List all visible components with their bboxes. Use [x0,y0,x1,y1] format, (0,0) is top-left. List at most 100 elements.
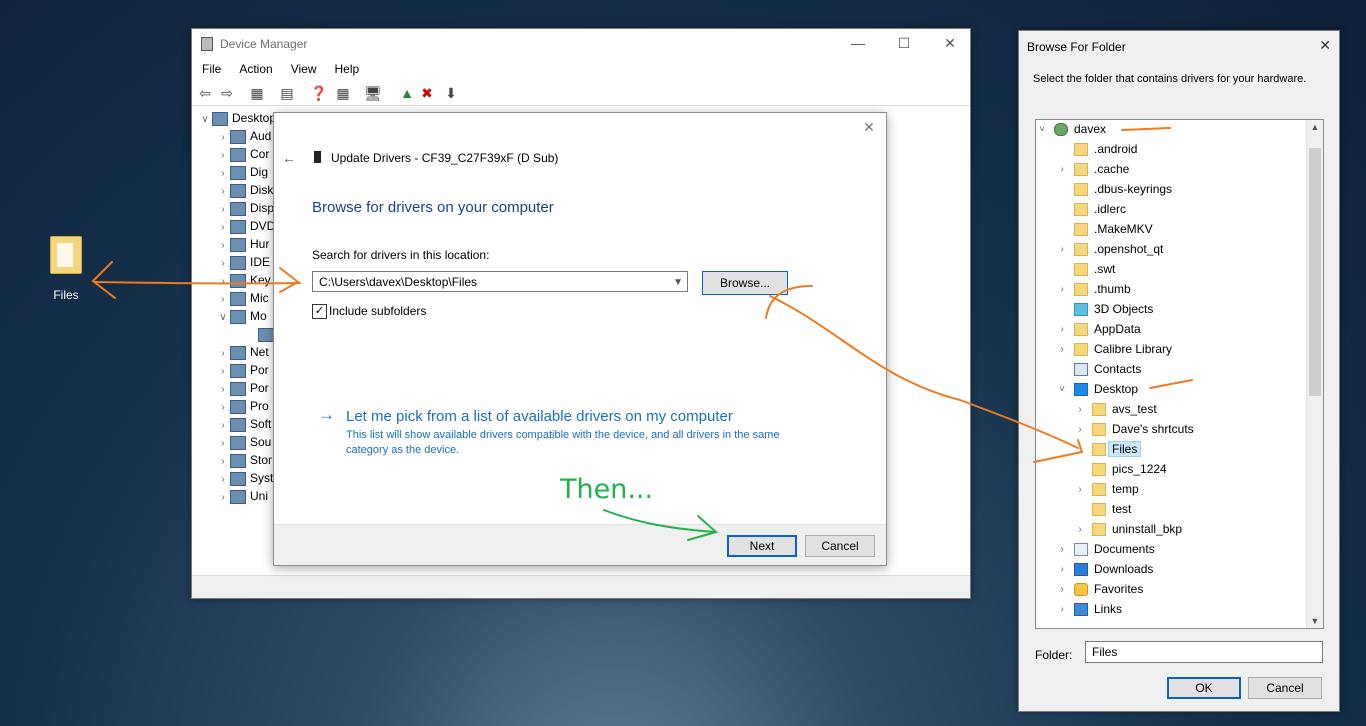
menu-action[interactable]: Action [229,59,280,79]
folder-tree-item[interactable]: › temp [1078,480,1139,499]
device-category-item[interactable]: › Por [216,379,269,397]
forward-icon[interactable]: ⇨ [218,84,236,102]
folder-tree-item[interactable]: › Documents [1060,540,1155,559]
folder-tree-item[interactable]: Contacts [1074,360,1141,379]
device-category-item[interactable]: › Disk [216,181,273,199]
device-category-item[interactable]: › Mic [216,289,269,307]
chevron-right-icon[interactable]: › [1056,280,1068,299]
chevron-down-icon[interactable]: ˅ [1056,380,1068,399]
folder-tree-item[interactable]: › Dave's shrtcuts [1078,420,1194,439]
cancel-button[interactable]: Cancel [1248,677,1322,699]
device-category-item[interactable]: › Cor [216,145,269,163]
chevron-right-icon[interactable]: › [1056,560,1068,579]
pick-driver-link[interactable]: Let me pick from a list of available dri… [346,408,733,425]
folder-tree-item[interactable]: .android [1074,140,1137,159]
folder-tree-item[interactable]: .dbus-keyrings [1074,180,1172,199]
folder-tree-item[interactable]: 3D Objects [1074,300,1153,319]
device-category-item[interactable]: › Soft [216,415,271,433]
ok-button[interactable]: OK [1167,677,1241,699]
chevron-right-icon[interactable]: › [216,489,230,507]
folder-tree-item[interactable]: pics_1224 [1092,460,1167,479]
chevron-right-icon[interactable]: › [1074,520,1086,539]
folder-tree-item[interactable]: ˅ Desktop [1059,380,1138,399]
tree-root[interactable]: ∨ Desktop [198,109,276,127]
folder-tree-item[interactable]: .swt [1074,260,1115,279]
device-category-item[interactable]: › Hur [216,235,269,253]
chevron-down-icon[interactable]: ▼ [673,272,683,293]
device-category-item[interactable]: › IDE [216,253,270,271]
chevron-right-icon[interactable]: › [1056,580,1068,599]
device-category-item[interactable]: › Por [216,361,269,379]
action-icon[interactable]: ▦ [334,84,352,102]
next-button[interactable]: Next [727,535,797,557]
device-category-item[interactable]: › Disp [216,199,274,217]
properties-icon[interactable]: ▦ [248,84,266,102]
close-icon[interactable]: ✕ [1319,37,1331,54]
update-driver-icon[interactable]: ▲ [398,84,416,102]
menu-file[interactable]: File [192,59,229,79]
vertical-scrollbar[interactable]: ▲ ▼ [1306,120,1323,628]
folder-tree-item[interactable]: › Favorites [1060,580,1143,599]
scan-hardware-icon[interactable]: 🖥 [364,84,382,102]
device-category-item[interactable]: › DVD [216,217,275,235]
scroll-up-icon[interactable]: ▲ [1307,120,1323,134]
folder-tree-item[interactable]: › Downloads [1060,560,1153,579]
folder-tree-item[interactable]: .MakeMKV [1074,220,1153,239]
chevron-down-icon[interactable]: ∨ [216,309,230,327]
folder-tree-item[interactable]: › .openshot_qt [1060,240,1163,259]
driver-path-combobox[interactable]: C:\Users\davex\Desktop\Files ▼ [312,271,688,292]
title-bar[interactable]: Device Manager — ☐ ✕ [192,29,970,59]
close-icon[interactable]: ✕ [858,119,880,137]
chevron-right-icon[interactable]: › [1056,320,1068,339]
folder-tree-item[interactable]: › Links [1060,600,1122,619]
folder-tree-item[interactable]: › avs_test [1078,400,1157,419]
folder-tree-item[interactable]: › .cache [1060,160,1129,179]
maximize-button[interactable]: ☐ [881,29,927,57]
device-category-item[interactable]: › Pro [216,397,269,415]
chevron-right-icon[interactable]: › [1074,420,1086,439]
folder-input[interactable]: Files [1085,641,1323,663]
browse-button[interactable]: Browse... [702,271,788,295]
show-hide-icon[interactable]: ▤ [278,84,296,102]
device-category-item[interactable]: › Net [216,343,269,361]
folder-tree-item[interactable]: › AppData [1060,320,1141,339]
chevron-right-icon[interactable]: › [1074,400,1086,419]
folder-tree-item[interactable]: › Calibre Library [1060,340,1172,359]
device-category-item[interactable]: › Dig [216,163,268,181]
desktop-files-icon[interactable]: Files [44,236,88,302]
close-button[interactable]: ✕ [927,29,973,57]
download-icon[interactable]: ⬇ [442,84,460,102]
scroll-thumb[interactable] [1309,148,1321,396]
scroll-down-icon[interactable]: ▼ [1307,614,1323,628]
chevron-down-icon[interactable]: ˅ [1036,120,1048,139]
device-category-item[interactable]: › Key [216,271,271,289]
folder-tree-item[interactable]: test [1092,500,1131,519]
minimize-button[interactable]: — [835,29,881,57]
folder-tree-item[interactable]: › uninstall_bkp [1078,520,1182,539]
device-category-item[interactable]: ∨ Mo [216,307,267,325]
folder-tree[interactable]: ▲ ▼ ˅ davex .android › .cache .dbus-keyrings.… [1035,119,1324,629]
device-category-item[interactable]: › Uni [216,487,268,505]
chevron-right-icon[interactable]: › [1074,480,1086,499]
folder-tree-item[interactable]: Files [1092,440,1142,459]
uninstall-icon[interactable]: ✖ [418,84,436,102]
back-icon[interactable]: ⇦ [196,84,214,102]
cancel-button[interactable]: Cancel [805,535,875,557]
menu-view[interactable]: View [281,59,325,79]
menu-help[interactable]: Help [325,59,368,79]
folder-tree-item[interactable]: › .thumb [1060,280,1131,299]
help-icon[interactable]: ❓ [310,84,328,102]
folder-tree-item[interactable]: .idlerc [1074,200,1126,219]
chevron-right-icon[interactable]: › [1056,340,1068,359]
device-category-item[interactable]: › Sou [216,433,271,451]
include-subfolders-checkbox[interactable]: ✓ [312,304,327,319]
chevron-right-icon[interactable]: › [1056,240,1068,259]
device-category-item[interactable]: › Aud [216,127,271,145]
chevron-right-icon[interactable]: › [1056,160,1068,179]
folder-tree-item[interactable]: ˅ davex [1039,120,1106,139]
chevron-right-icon[interactable]: › [1056,540,1068,559]
back-arrow-icon[interactable]: ← [282,150,296,166]
device-category-item[interactable]: › Syst [216,469,273,487]
device-category-item[interactable]: › Stor [216,451,272,469]
chevron-right-icon[interactable]: › [1056,600,1068,619]
